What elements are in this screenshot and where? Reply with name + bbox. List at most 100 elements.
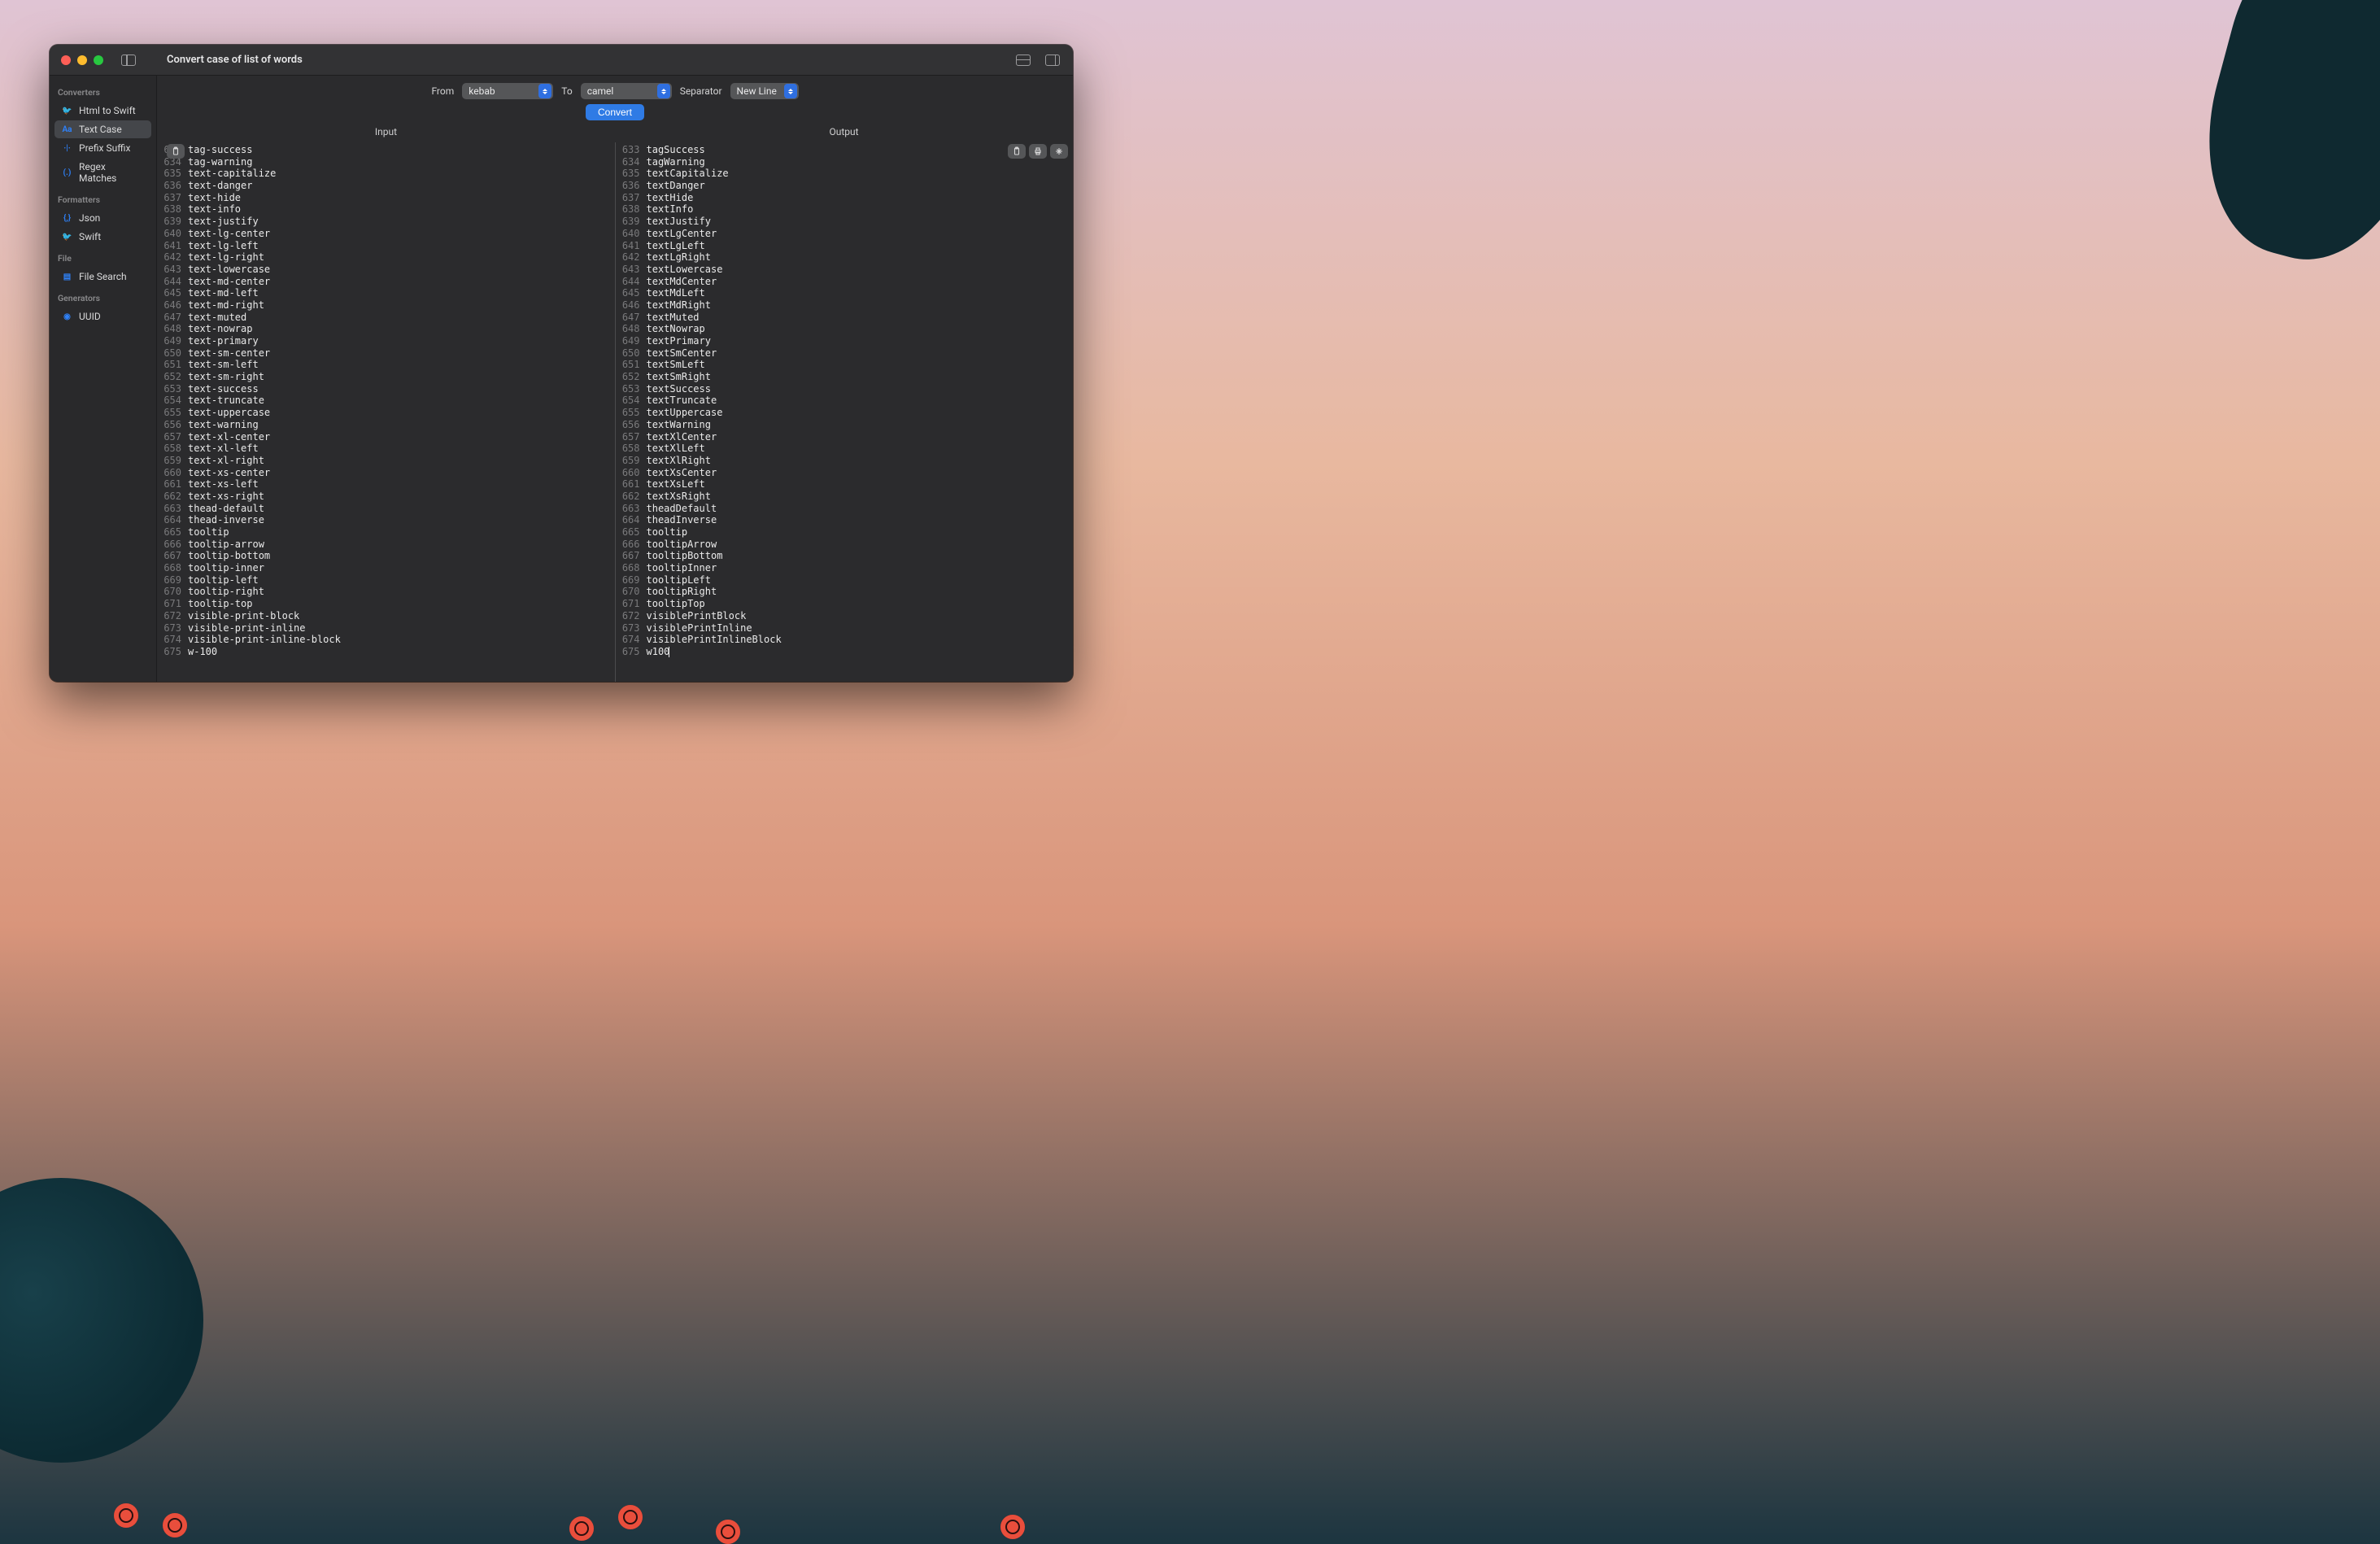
line-number: 654: [616, 395, 645, 407]
input-editor[interactable]: 633tag-success634tag-warning635text-capi…: [157, 142, 615, 682]
line-number: 672: [157, 610, 186, 622]
line-text: tooltip-left: [186, 574, 259, 587]
line-text: textMdCenter: [645, 276, 717, 288]
sidebar-item-json[interactable]: {,}Json: [54, 209, 151, 227]
code-line: 639text-justify: [157, 216, 615, 228]
line-number: 674: [616, 634, 645, 646]
code-line: 636textDanger: [616, 180, 1074, 192]
window-close-button[interactable]: [61, 55, 71, 65]
line-number: 636: [157, 180, 186, 192]
line-number: 640: [616, 228, 645, 240]
line-text: text-sm-left: [186, 359, 259, 371]
sidebar-item-swift[interactable]: 🐦Swift: [54, 228, 151, 246]
output-pane[interactable]: 633tagSuccess634tagWarning635textCapital…: [615, 142, 1074, 682]
line-text: text-danger: [186, 180, 252, 192]
code-line: 671tooltip-top: [157, 598, 615, 610]
code-line: 665tooltip: [157, 526, 615, 539]
input-header: Input: [157, 126, 615, 142]
line-number: 639: [616, 216, 645, 228]
sidebar-item-file-search[interactable]: ▤File Search: [54, 268, 151, 286]
code-line: 659text-xl-right: [157, 455, 615, 467]
line-number: 664: [157, 514, 186, 526]
output-editor[interactable]: 633tagSuccess634tagWarning635textCapital…: [616, 142, 1074, 682]
line-number: 645: [616, 287, 645, 299]
layout-toggle-b-button[interactable]: [1045, 55, 1060, 66]
code-line: 651textSmLeft: [616, 359, 1074, 371]
code-line: 646text-md-right: [157, 299, 615, 312]
code-line: 673visible-print-inline: [157, 622, 615, 635]
line-text: text-xl-center: [186, 431, 270, 443]
convert-button[interactable]: Convert: [586, 104, 644, 120]
sparkle-icon: [1054, 146, 1064, 156]
line-text: visible-print-block: [186, 610, 299, 622]
separator-select-value: New Line: [737, 85, 777, 97]
input-pane[interactable]: 633tag-success634tag-warning635text-capi…: [157, 142, 615, 682]
code-line: 668tooltip-inner: [157, 562, 615, 574]
code-line: 654text-truncate: [157, 395, 615, 407]
line-text: textHide: [645, 192, 694, 204]
line-text: textLowercase: [645, 264, 723, 276]
line-number: 674: [157, 634, 186, 646]
line-text: textJustify: [645, 216, 711, 228]
code-line: 675w100: [616, 646, 1074, 658]
from-select[interactable]: kebab: [462, 83, 553, 99]
uuid-icon: ◉: [61, 312, 73, 321]
code-line: 670tooltipRight: [616, 586, 1074, 598]
code-line: 662textXsRight: [616, 491, 1074, 503]
print-button[interactable]: [1029, 144, 1047, 159]
sidebar-item-regex-matches[interactable]: (.)Regex Matches: [54, 158, 151, 187]
line-text: text-nowrap: [186, 323, 252, 335]
sidebar-section-title: Formatters: [50, 188, 156, 208]
layout-toggle-a-button[interactable]: [1016, 55, 1031, 66]
line-number: 665: [157, 526, 186, 539]
code-line: 639textJustify: [616, 216, 1074, 228]
code-line: 645text-md-left: [157, 287, 615, 299]
line-number: 638: [616, 203, 645, 216]
line-number: 669: [616, 574, 645, 587]
line-number: 648: [616, 323, 645, 335]
line-number: 664: [616, 514, 645, 526]
code-line: 668tooltipInner: [616, 562, 1074, 574]
code-line: 647textMuted: [616, 312, 1074, 324]
Aa-icon: Aa: [61, 124, 73, 134]
code-line: 664thead-inverse: [157, 514, 615, 526]
separator-select[interactable]: New Line: [730, 83, 799, 99]
line-text: text-md-right: [186, 299, 264, 312]
paste-button[interactable]: [167, 144, 185, 159]
line-number: 662: [157, 491, 186, 503]
sidebar: Converters🐦Html to SwiftAaText Case·|·Pr…: [50, 76, 157, 682]
line-text: textSmCenter: [645, 347, 717, 360]
code-line: 642textLgRight: [616, 251, 1074, 264]
line-text: textXsCenter: [645, 467, 717, 479]
code-line: 644text-md-center: [157, 276, 615, 288]
sidebar-item-prefix-suffix[interactable]: ·|·Prefix Suffix: [54, 139, 151, 157]
line-number: 663: [157, 503, 186, 515]
line-text: textPrimary: [645, 335, 711, 347]
sidebar-section-title: File: [50, 246, 156, 267]
line-text: textSmRight: [645, 371, 711, 383]
from-select-value: kebab: [469, 85, 495, 97]
code-line: 660text-xs-center: [157, 467, 615, 479]
code-line: 664theadInverse: [616, 514, 1074, 526]
window-zoom-button[interactable]: [94, 55, 103, 65]
sidebar-item-uuid[interactable]: ◉UUID: [54, 307, 151, 325]
action-button[interactable]: [1050, 144, 1068, 159]
line-number: 645: [157, 287, 186, 299]
sidebar-item-text-case[interactable]: AaText Case: [54, 120, 151, 138]
code-line: 656textWarning: [616, 419, 1074, 431]
copy-button[interactable]: [1008, 144, 1026, 159]
line-text: text-xl-right: [186, 455, 264, 467]
code-line: 661text-xs-left: [157, 478, 615, 491]
code-line: 634tag-warning: [157, 156, 615, 168]
line-number: 647: [157, 312, 186, 324]
code-line: 641textLgLeft: [616, 240, 1074, 252]
window-minimize-button[interactable]: [77, 55, 87, 65]
to-select[interactable]: camel: [581, 83, 672, 99]
code-line: 653text-success: [157, 383, 615, 395]
toggle-sidebar-icon[interactable]: [121, 55, 136, 66]
code-line: 652text-sm-right: [157, 371, 615, 383]
code-line: 660textXsCenter: [616, 467, 1074, 479]
code-line: 648text-nowrap: [157, 323, 615, 335]
sidebar-item-html-to-swift[interactable]: 🐦Html to Swift: [54, 102, 151, 120]
line-text: textMdRight: [645, 299, 711, 312]
